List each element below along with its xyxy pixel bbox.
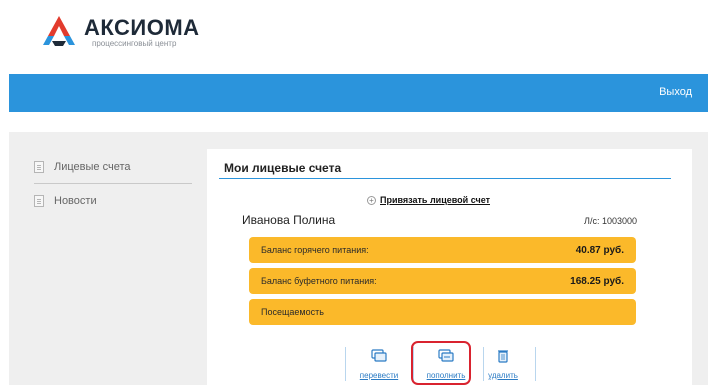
panel-title: Мои лицевые счета bbox=[224, 161, 342, 175]
document-icon bbox=[34, 195, 44, 207]
balance-value: 40.87 руб. bbox=[575, 244, 624, 256]
sidebar-item-accounts[interactable]: Лицевые счета bbox=[34, 150, 192, 184]
header: АКСИОМА процессинговый центр bbox=[0, 0, 708, 74]
sidebar-item-label: Новости bbox=[54, 195, 97, 207]
bind-account-row: + Привязать лицевой счет bbox=[367, 195, 490, 205]
sidebar: Лицевые счета Новости bbox=[34, 150, 192, 218]
transfer-icon bbox=[371, 349, 387, 362]
trash-icon bbox=[498, 350, 508, 363]
brand-subtitle: процессинговый центр bbox=[92, 39, 177, 48]
attendance-label: Посещаемость bbox=[261, 307, 324, 317]
action-separator bbox=[345, 347, 346, 381]
transfer-button[interactable]: перевести bbox=[349, 347, 409, 383]
brand-logo[interactable]: АКСИОМА процессинговый центр bbox=[40, 14, 200, 52]
transfer-label: перевести bbox=[359, 371, 399, 380]
balance-label: Баланс буфетного питания: bbox=[261, 276, 377, 286]
sidebar-item-label: Лицевые счета bbox=[54, 160, 131, 173]
top-navigation-bar: Выход bbox=[9, 74, 708, 112]
panel-divider bbox=[219, 178, 671, 179]
bind-account-link[interactable]: Привязать лицевой счет bbox=[380, 195, 490, 205]
document-icon bbox=[34, 160, 44, 173]
brand-name: АКСИОМА bbox=[84, 15, 200, 40]
action-separator bbox=[535, 347, 536, 381]
attendance-bar[interactable]: Посещаемость bbox=[249, 299, 636, 325]
delete-button[interactable]: удалить bbox=[473, 347, 533, 383]
plus-circle-icon[interactable]: + bbox=[367, 195, 376, 205]
topup-highlight-ring bbox=[411, 341, 471, 385]
sidebar-item-news[interactable]: Новости bbox=[34, 184, 192, 218]
account-number: Л/с: 1003000 bbox=[584, 216, 637, 226]
account-owner-name: Иванова Полина bbox=[242, 213, 336, 227]
logout-link[interactable]: Выход bbox=[659, 86, 692, 98]
balance-label: Баланс горячего питания: bbox=[261, 245, 369, 255]
logo-mark-icon bbox=[43, 16, 75, 46]
balance-value: 168.25 руб. bbox=[570, 275, 624, 287]
delete-label: удалить bbox=[488, 371, 518, 380]
hot-meals-balance-bar[interactable]: Баланс горячего питания: 40.87 руб. bbox=[249, 237, 636, 263]
buffet-balance-bar[interactable]: Баланс буфетного питания: 168.25 руб. bbox=[249, 268, 636, 294]
